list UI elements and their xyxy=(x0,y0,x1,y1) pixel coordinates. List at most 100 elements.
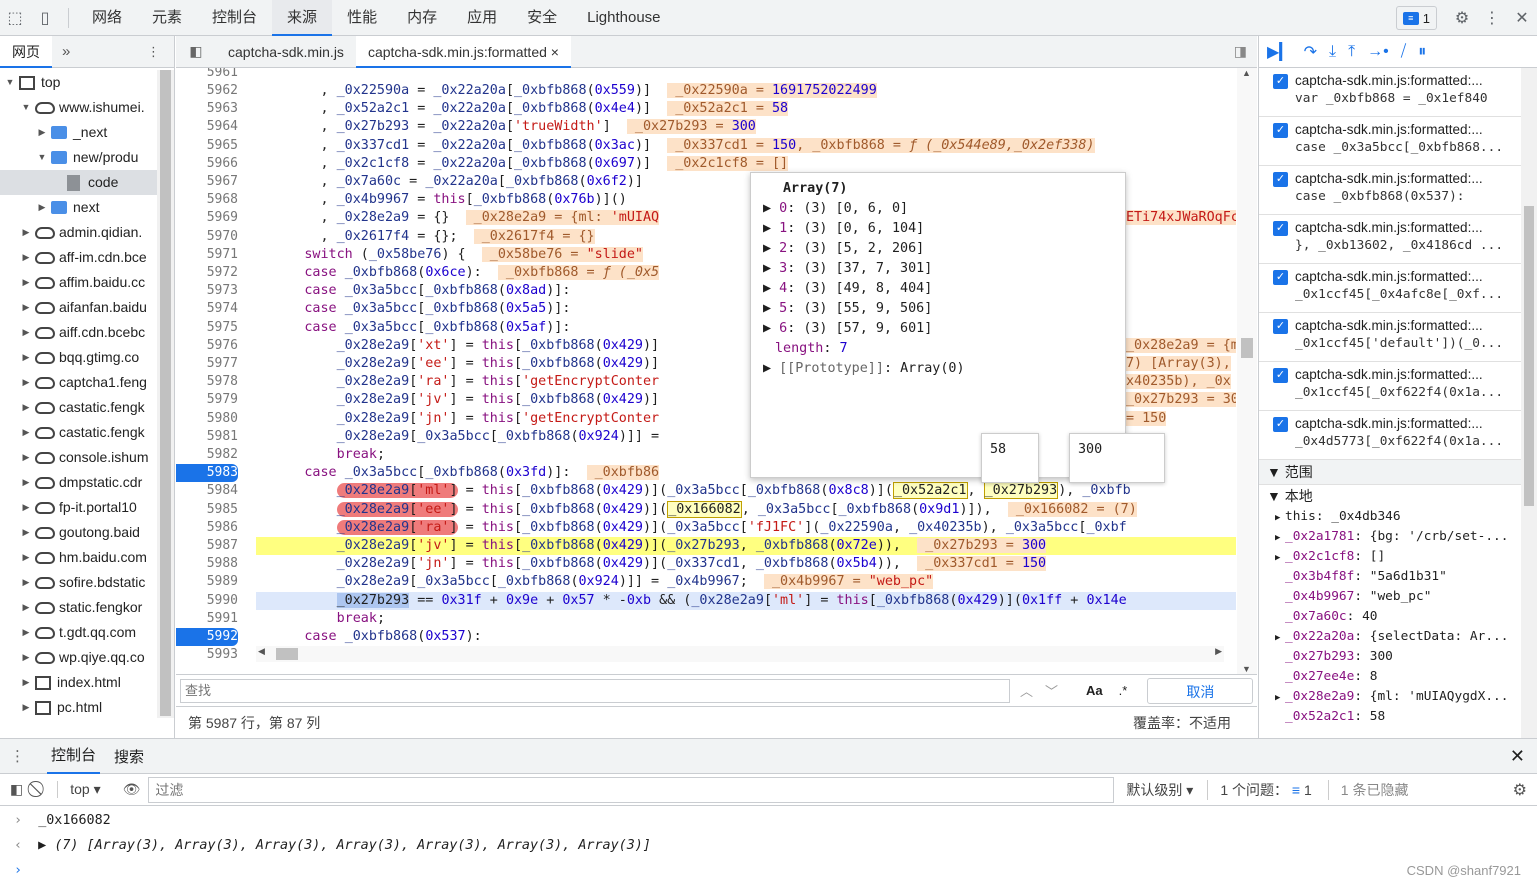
scope-variable[interactable]: ▶ _0x22a20a: {selectData: Ar... xyxy=(1259,627,1537,647)
tree-item[interactable]: code xyxy=(0,170,158,195)
code-line[interactable]: _0x28e2a9['ml'] = this[_0xbfb868(0x429)]… xyxy=(256,482,1131,500)
tree-item[interactable]: ▼ top xyxy=(0,70,158,95)
code-line[interactable]: _0x28e2a9['ee'] = this[_0xbfb868(0x429)] xyxy=(256,355,660,373)
line-number[interactable]: 5982 xyxy=(176,446,238,464)
code-line[interactable]: , _0x28e2a9 = {} _0x28e2a9 = {ml: 'mUIAQ xyxy=(256,209,660,227)
tree-item[interactable]: ▶ pc.html xyxy=(0,695,158,718)
array-item[interactable]: ▶ 6: (3) [57, 9, 601] xyxy=(751,319,1125,339)
tab-search[interactable]: 搜索 xyxy=(114,746,144,767)
scope-variable[interactable]: _0x3b4f8f: "5a6d1b31" xyxy=(1259,567,1537,587)
tab-5[interactable]: 内存 xyxy=(392,0,452,36)
code-hscroll[interactable]: ◀ ▶ xyxy=(256,646,1224,662)
toggle-navigator-icon[interactable]: ◧ xyxy=(176,43,216,60)
array-item[interactable]: ▶ 3: (3) [37, 7, 301] xyxy=(751,259,1125,279)
scope-variable[interactable]: ▶ _0x2c1cf8: [] xyxy=(1259,547,1537,567)
breakpoint-checkbox[interactable]: ✓ xyxy=(1273,368,1288,383)
cancel-button[interactable]: 取消 xyxy=(1147,677,1254,704)
code-line[interactable]: _0x28e2a9['jv'] = this[_0xbfb868(0x429)] xyxy=(256,391,660,409)
breakpoint-item[interactable]: ✓ captcha-sdk.min.js:formatted:... _0x1ccf… xyxy=(1259,313,1537,362)
nav-scrollbar[interactable] xyxy=(157,70,174,718)
tree-item[interactable]: ▶ captcha1.feng xyxy=(0,370,158,395)
more-options-icon[interactable]: ⋮ xyxy=(1477,0,1507,36)
line-number[interactable]: 5978 xyxy=(176,373,238,391)
tab-4[interactable]: 性能 xyxy=(332,0,392,36)
tab-2[interactable]: 控制台 xyxy=(197,0,272,36)
expand-arrow-icon[interactable]: ▶ xyxy=(20,495,32,520)
line-number[interactable]: 5965 xyxy=(176,137,238,155)
line-number[interactable]: 5989 xyxy=(176,573,238,591)
line-number[interactable]: 5964 xyxy=(176,118,238,136)
tab-6[interactable]: 应用 xyxy=(452,0,512,36)
line-number[interactable]: 5980 xyxy=(176,410,238,428)
code-line[interactable]: _0x28e2a9['jn'] = this[_0xbfb868(0x429)]… xyxy=(256,555,1047,573)
breakpoint-item[interactable]: ✓ captcha-sdk.min.js:formatted:... _0x4d57… xyxy=(1259,411,1537,460)
line-number[interactable]: 5962 xyxy=(176,82,238,100)
prev-match-icon[interactable]: ︿ xyxy=(1020,681,1033,700)
code-line[interactable]: _0x28e2a9[_0x3a5bcc[_0xbfb868(0x924)]] =… xyxy=(256,573,934,591)
console-filter-input[interactable] xyxy=(148,776,1115,803)
expand-arrow-icon[interactable]: ▼ xyxy=(4,70,16,95)
tab-1[interactable]: 元素 xyxy=(137,0,197,36)
expand-arrow-icon[interactable]: ▶ xyxy=(36,120,48,145)
code-line[interactable]: _0x28e2a9['jn'] = this['getEncryptConter xyxy=(256,410,660,428)
tree-item[interactable]: ▶ static.fengkor xyxy=(0,595,158,620)
tree-item[interactable]: ▶ bqq.gtimg.co xyxy=(0,345,158,370)
array-item[interactable]: ▶ 4: (3) [49, 8, 404] xyxy=(751,279,1125,299)
code-line[interactable]: , _0x52a2c1 = _0x22a20a[_0xbfb868(0x4e4)… xyxy=(256,100,789,118)
tab-captcha-sdk-formatted[interactable]: captcha-sdk.min.js:formatted × xyxy=(355,35,571,68)
code-line[interactable]: case _0x3a5bcc[_0xbfb868(0x5af)]: xyxy=(256,319,570,337)
tab-console[interactable]: 控制台 xyxy=(47,738,101,774)
code-line[interactable]: _0x28e2a9[_0x3a5bcc[_0xbfb868(0x924)]] = xyxy=(256,428,660,446)
settings-gear-icon[interactable]: ⚙ xyxy=(1447,0,1477,36)
tree-item[interactable]: ▶ t.gdt.qq.com xyxy=(0,620,158,645)
scope-variable[interactable]: _0x4b9967: "web_pc" xyxy=(1259,587,1537,607)
scope-variable[interactable]: ▶ _0x2a1781: {bg: '/crb/set-... xyxy=(1259,527,1537,547)
scope-local-header[interactable]: ▼ 本地 xyxy=(1259,485,1537,507)
next-match-icon[interactable]: ﹀ xyxy=(1045,681,1058,700)
tree-item[interactable]: ▶ hm.baidu.com xyxy=(0,545,158,570)
line-number[interactable]: 5972 xyxy=(176,264,238,282)
code-line[interactable]: case _0xbfb868(0x6ce): _0xbfb868 = ƒ (_0… xyxy=(256,264,660,282)
step-into-icon[interactable]: ⤓ xyxy=(1329,43,1336,61)
breakpoint-line-number[interactable]: 5983 xyxy=(176,464,238,483)
expand-arrow-icon[interactable]: ▶ xyxy=(20,695,32,718)
tree-item[interactable]: ▶ castatic.fengk xyxy=(0,395,158,420)
tree-item[interactable]: ▶ aiff.cdn.bcebc xyxy=(0,320,158,345)
expand-arrow-icon[interactable]: ▶ xyxy=(20,670,32,695)
code-line[interactable]: _0x28e2a9['ee'] = this[_0xbfb868(0x429)]… xyxy=(256,500,1137,519)
array-prototype[interactable]: ▶ [[Prototype]]: Array(0) xyxy=(751,359,1125,379)
deactivate-breakpoints-icon[interactable]: ⧸ xyxy=(1401,43,1406,61)
code-line[interactable]: break; xyxy=(256,610,385,628)
expand-arrow-icon[interactable]: ▼ xyxy=(36,145,48,170)
tree-item[interactable]: ▶ _next xyxy=(0,120,158,145)
scope-variable[interactable]: _0x7a60c: 40 xyxy=(1259,607,1537,627)
breakpoint-item[interactable]: ✓ captcha-sdk.min.js:formatted:... var _0x… xyxy=(1259,68,1537,117)
sidebar-toggle-icon[interactable]: ◧ xyxy=(10,781,23,798)
expand-arrow-icon[interactable]: ▶ xyxy=(20,420,32,445)
expand-arrow-icon[interactable]: ▶ xyxy=(20,270,32,295)
array-item[interactable]: ▶ 0: (3) [0, 6, 0] xyxy=(751,199,1125,219)
breakpoint-checkbox[interactable]: ✓ xyxy=(1273,221,1288,236)
tab-0[interactable]: 网络 xyxy=(77,0,137,36)
line-number[interactable]: 5974 xyxy=(176,300,238,318)
breakpoint-checkbox[interactable]: ✓ xyxy=(1273,123,1288,138)
breakpoint-item[interactable]: ✓ captcha-sdk.min.js:formatted:... case _0… xyxy=(1259,117,1537,166)
tab-page[interactable]: 网页 xyxy=(0,35,52,68)
code-line[interactable]: _0x28e2a9['ra'] = this['getEncryptConter xyxy=(256,373,660,391)
line-number[interactable]: 5976 xyxy=(176,337,238,355)
code-line[interactable]: case _0xbfb868(0x537): xyxy=(256,628,481,646)
code-line[interactable]: , _0x2c1cf8 = _0x22a20a[_0xbfb868(0x697)… xyxy=(256,155,789,173)
line-number[interactable]: 5987 xyxy=(176,537,238,555)
line-number[interactable]: 5963 xyxy=(176,100,238,118)
breakpoint-line-number[interactable]: 5992 xyxy=(176,628,238,647)
line-number[interactable]: 5967 xyxy=(176,173,238,191)
line-number[interactable]: 5973 xyxy=(176,282,238,300)
step-icon[interactable]: →• xyxy=(1367,43,1389,61)
more-tabs-icon[interactable]: » xyxy=(52,43,80,60)
sidebar-scrollbar[interactable] xyxy=(1521,68,1537,738)
step-out-icon[interactable]: ⤒ xyxy=(1348,43,1355,61)
code-line[interactable]: case _0x3a5bcc[_0xbfb868(0x5a5)]: xyxy=(256,300,570,318)
log-level-select[interactable]: 默认级别 ▾ xyxy=(1126,780,1193,800)
close-icon[interactable]: ✕ xyxy=(1507,0,1537,36)
expand-arrow-icon[interactable]: ▶ xyxy=(20,570,32,595)
